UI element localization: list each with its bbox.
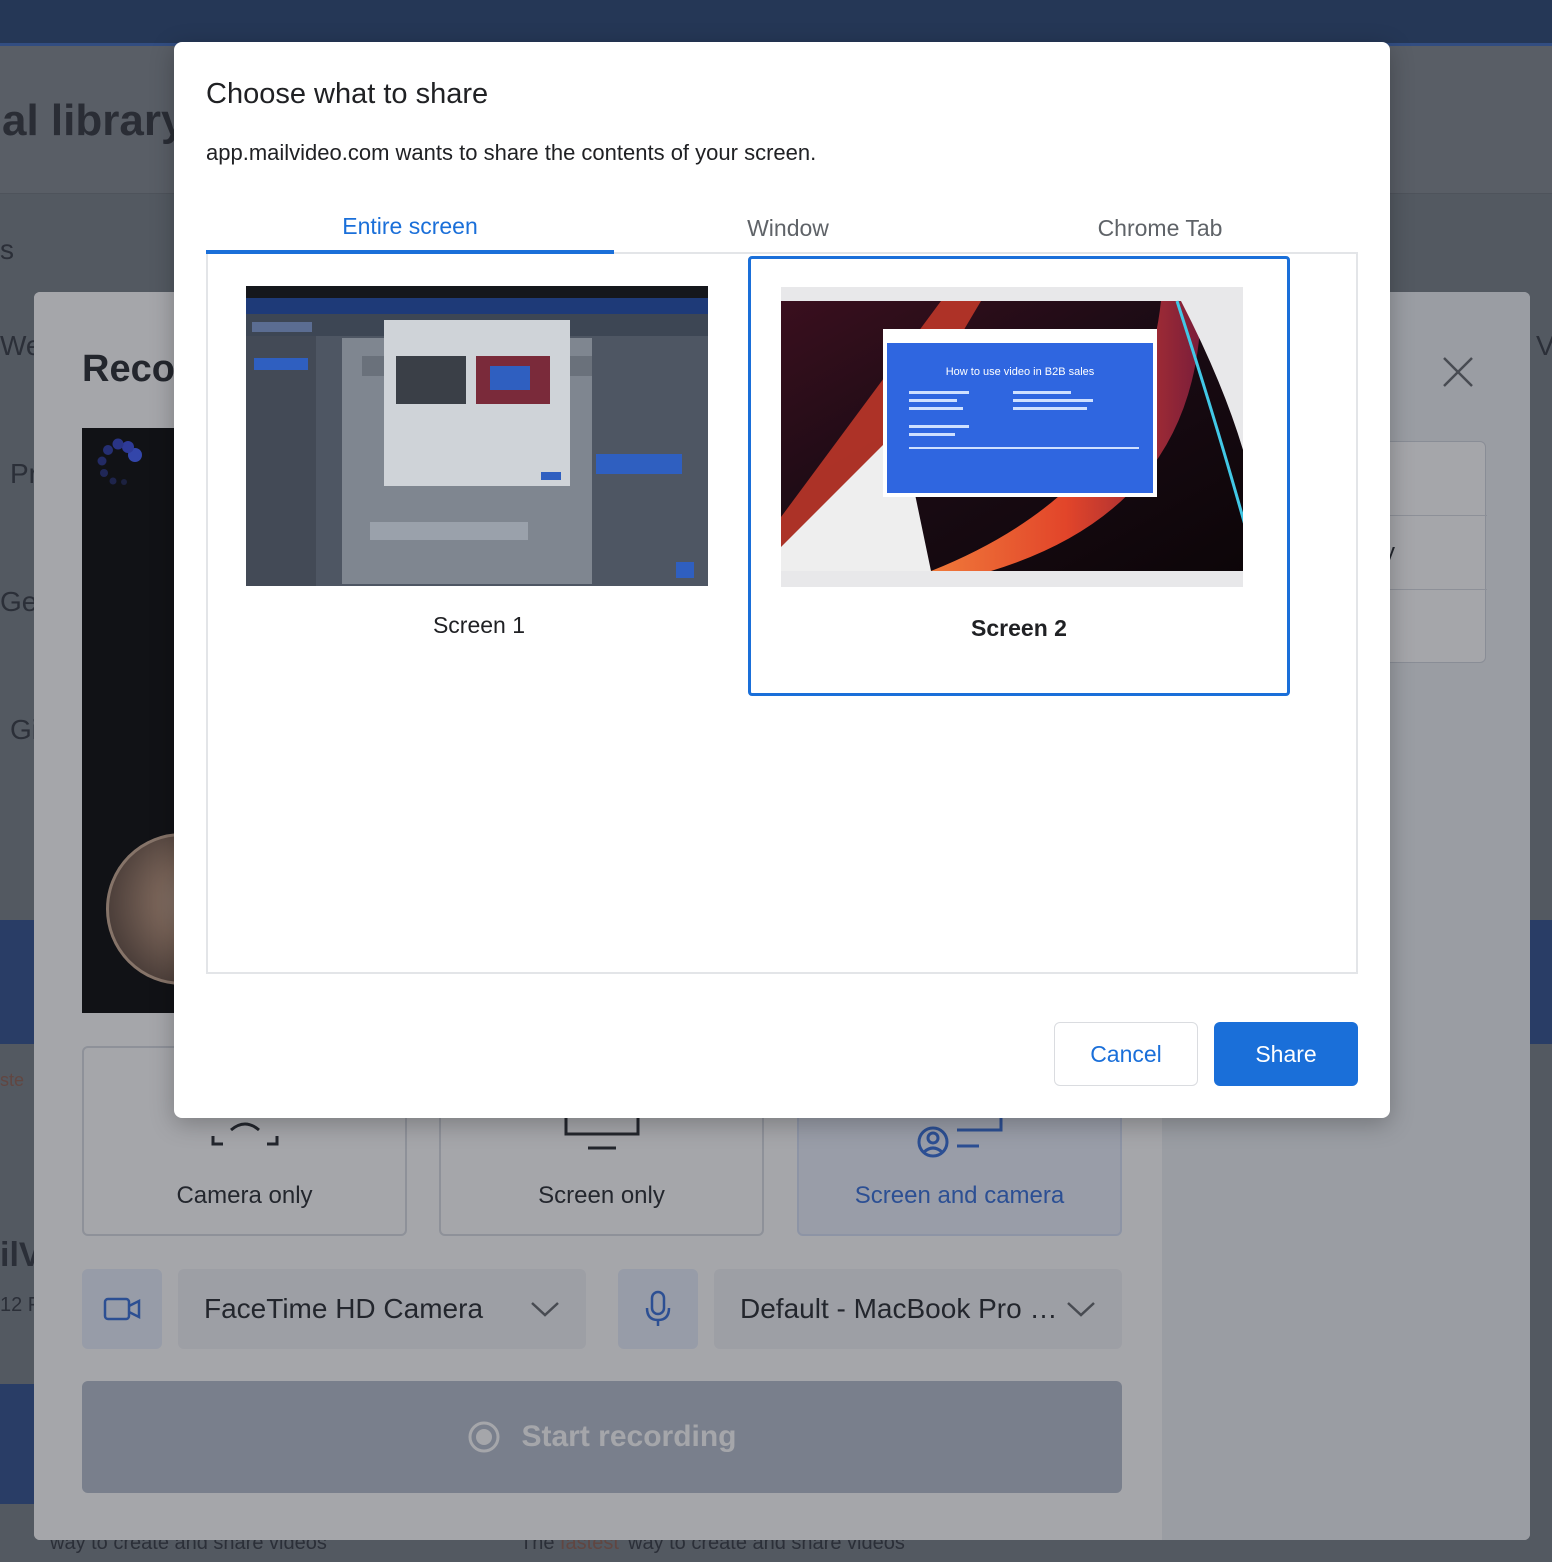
microphone-icon bbox=[645, 1290, 671, 1326]
screen-2-preview-image: How to use video in B2B sales bbox=[781, 287, 1243, 587]
record-icon bbox=[468, 1421, 500, 1453]
start-recording-button[interactable]: Start recording bbox=[82, 1381, 1122, 1493]
loading-spinner-icon bbox=[97, 438, 142, 485]
mode-label: Screen only bbox=[538, 1182, 665, 1209]
share-dialog: Choose what to share app.mailvideo.com w… bbox=[174, 42, 1390, 1118]
screen-1-label: Screen 1 bbox=[432, 612, 526, 638]
chevron-down-icon bbox=[1067, 1302, 1095, 1317]
recorder-title: Reco bbox=[82, 348, 175, 390]
video-camera-icon bbox=[103, 1297, 141, 1321]
background-card bbox=[0, 920, 34, 1044]
screen-1-preview-image bbox=[246, 286, 708, 586]
tab-chrome-tab[interactable]: Chrome Tab bbox=[962, 202, 1358, 254]
background-card bbox=[0, 1384, 34, 1504]
camera-select-value: FaceTime HD Camera bbox=[204, 1293, 484, 1324]
camera-toggle-button[interactable] bbox=[82, 1269, 162, 1349]
screen-2-tile[interactable]: How to use video in B2B sales Screen 2 bbox=[748, 256, 1290, 696]
close-icon[interactable] bbox=[1438, 352, 1478, 392]
microphone-select-value: Default - MacBook Pro Microphone bbox=[740, 1293, 1066, 1324]
camera-select[interactable]: FaceTime HD Camera bbox=[178, 1269, 586, 1349]
cancel-button[interactable]: Cancel bbox=[1054, 1022, 1198, 1086]
dialog-subtitle: app.mailvideo.com wants to share the con… bbox=[206, 140, 817, 165]
background-page-title: al library bbox=[2, 96, 186, 145]
background-text: V bbox=[1536, 330, 1552, 361]
mode-label: Screen and camera bbox=[854, 1182, 1065, 1209]
screen-2-thumbnail: How to use video in B2B sales bbox=[781, 287, 1243, 587]
thumbnail-slide-title: How to use video in B2B sales bbox=[946, 366, 1095, 378]
tab-entire-screen[interactable]: Entire screen bbox=[206, 202, 614, 254]
screen-1-tile[interactable]: Screen 1 bbox=[208, 256, 750, 696]
dialog-title: Choose what to share bbox=[206, 78, 489, 110]
microphone-select[interactable]: Default - MacBook Pro Microphone bbox=[714, 1269, 1122, 1349]
share-button[interactable]: Share bbox=[1214, 1022, 1358, 1086]
screens-panel: Screen 1 How to use video in B2B sales S… bbox=[206, 254, 1358, 974]
start-recording-label: Start recording bbox=[521, 1420, 737, 1453]
background-text: ste bbox=[0, 1070, 25, 1090]
app-top-bar bbox=[0, 0, 1552, 46]
background-text: Ge bbox=[0, 586, 38, 617]
chevron-down-icon bbox=[531, 1302, 559, 1317]
tab-window[interactable]: Window bbox=[614, 202, 962, 254]
share-tabs: Entire screen Window Chrome Tab bbox=[206, 202, 1358, 254]
background-card bbox=[1530, 920, 1552, 1044]
mic-toggle-button[interactable] bbox=[618, 1269, 698, 1349]
screen-1-thumbnail bbox=[246, 286, 708, 586]
mode-label: Camera only bbox=[176, 1182, 313, 1209]
background-text: s bbox=[0, 234, 14, 265]
screen-2-label: Screen 2 bbox=[971, 615, 1067, 641]
